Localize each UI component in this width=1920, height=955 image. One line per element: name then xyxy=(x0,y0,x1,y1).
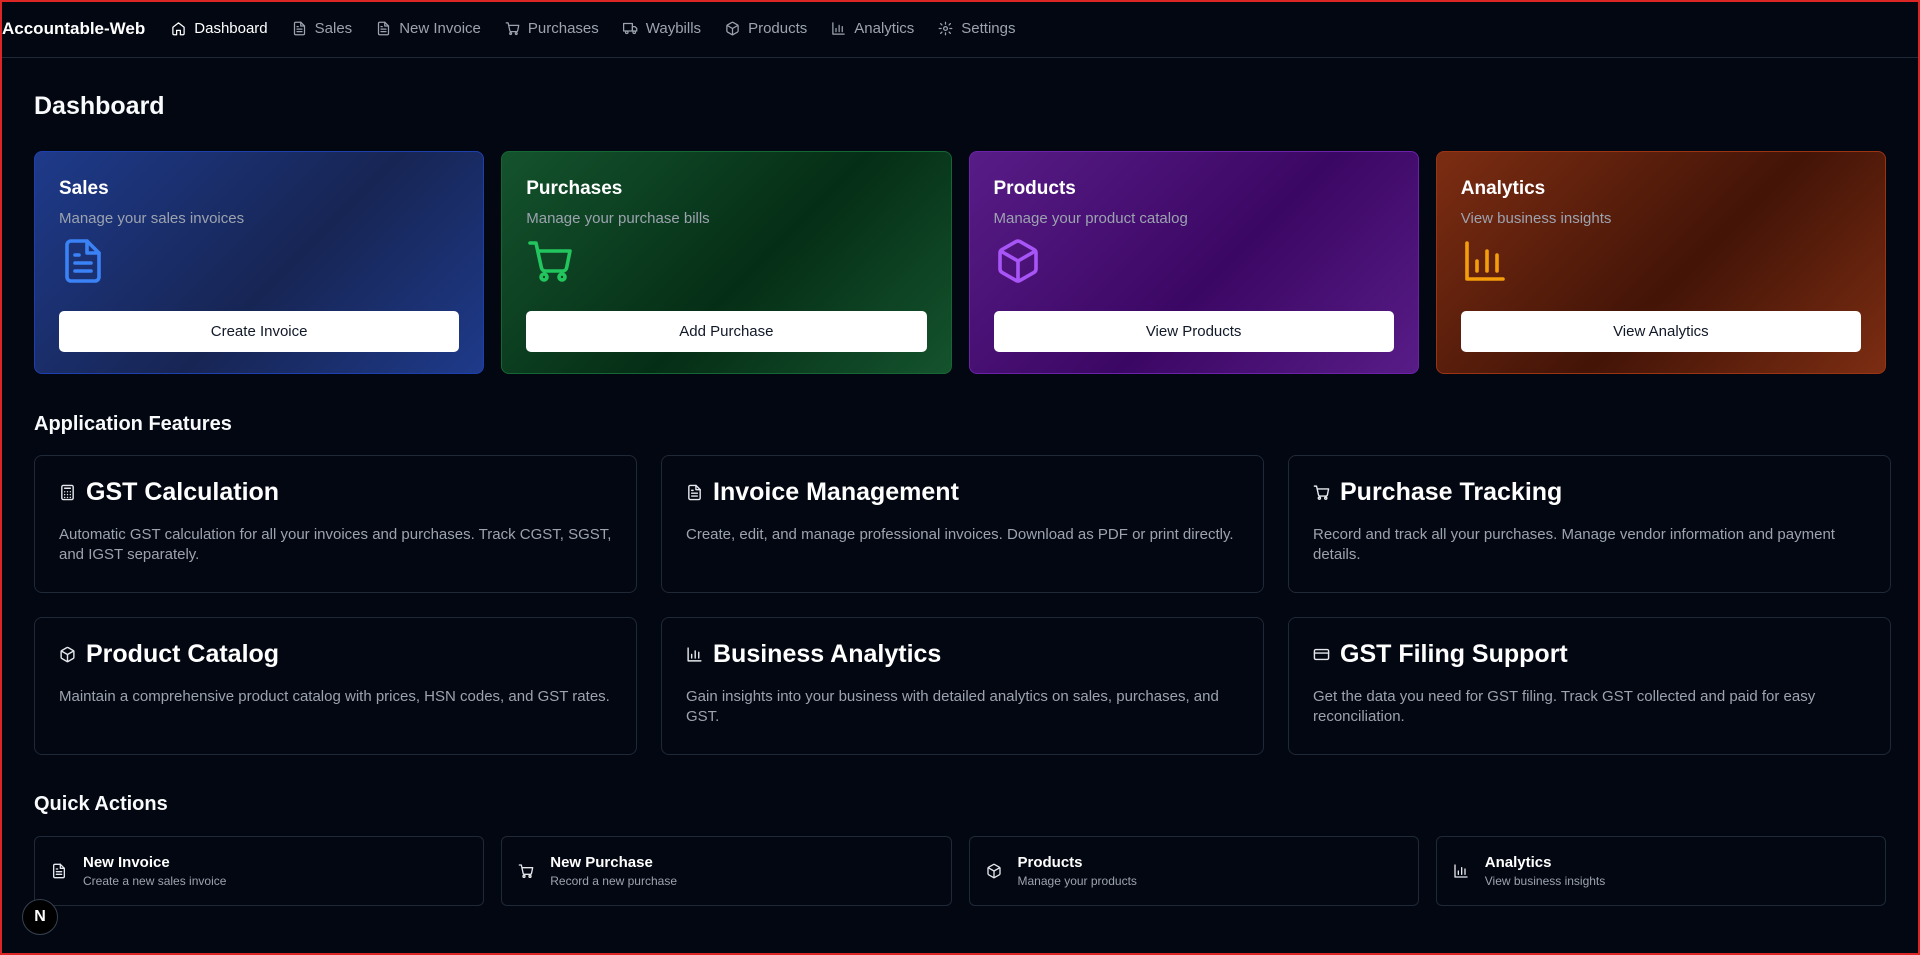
feature-title: Business Analytics xyxy=(713,640,942,668)
quick-action-title: New Invoice xyxy=(83,854,170,871)
feature-title: GST Calculation xyxy=(86,478,280,506)
truck-icon xyxy=(622,22,638,35)
bar-chart-icon xyxy=(1464,241,1505,281)
cart-icon xyxy=(528,241,573,282)
feature-title: Invoice Management xyxy=(713,478,959,506)
analytics-card: Analytics View business insights View An… xyxy=(1435,151,1886,374)
quick-actions-heading: Quick Actions xyxy=(34,793,168,815)
quick-action-subtitle: Create a new sales invoice xyxy=(83,874,227,888)
file-icon xyxy=(65,239,101,283)
feature-card: Invoice Management Create, edit, and man… xyxy=(661,455,1264,593)
file-icon xyxy=(53,863,65,879)
feature-description: Record and track all your purchases. Man… xyxy=(1313,526,1835,563)
summary-cards: Sales Manage your sales invoices Create … xyxy=(34,151,1886,374)
nav-item-settings[interactable]: Settings xyxy=(938,20,1016,37)
feature-card: GST Filing Support Get the data you need… xyxy=(1288,617,1891,755)
add-purchase-button[interactable]: Add Purchase xyxy=(526,311,927,352)
quick-action-subtitle: Record a new purchase xyxy=(550,874,677,888)
sales-card: Sales Manage your sales invoices Create … xyxy=(34,151,485,374)
feature-description: Get the data you need for GST filing. Tr… xyxy=(1313,688,1816,725)
cart-icon xyxy=(518,864,534,878)
calculator-icon xyxy=(61,484,74,501)
brand-logo[interactable]: Accountable-Web xyxy=(2,19,145,39)
bar-chart-icon xyxy=(687,647,702,662)
card-description: Manage your sales invoices xyxy=(59,210,245,227)
box-icon xyxy=(60,646,75,663)
create-invoice-button[interactable]: Create Invoice xyxy=(59,311,460,352)
file-icon xyxy=(688,484,701,501)
bar-chart-icon xyxy=(832,22,846,35)
nav-label: New Invoice xyxy=(399,20,481,37)
nav-item-products[interactable]: Products xyxy=(725,20,807,37)
quick-action-new-purchase[interactable]: New Purchase Record a new purchase xyxy=(501,836,952,906)
feature-description: Create, edit, and manage professional in… xyxy=(686,526,1234,543)
feature-title: Purchase Tracking xyxy=(1340,478,1563,506)
view-analytics-button[interactable]: View Analytics xyxy=(1460,311,1861,352)
main-content: Dashboard Sales Manage your sales invoic… xyxy=(0,91,1920,906)
nav-label: Dashboard xyxy=(194,20,268,37)
nav-item-purchases[interactable]: Purchases xyxy=(505,20,599,37)
quick-action-subtitle: View business insights xyxy=(1484,874,1606,888)
feature-card: Purchase Tracking Record and track all y… xyxy=(1288,455,1891,593)
cart-icon xyxy=(505,22,520,36)
feature-card: Business Analytics Gain insights into yo… xyxy=(661,617,1264,755)
top-navigation: Accountable-Web Dashboard Sales New Invo… xyxy=(0,0,1920,58)
view-products-button[interactable]: View Products xyxy=(993,311,1394,352)
nextjs-dev-badge[interactable]: N xyxy=(22,899,58,935)
quick-action-new-invoice[interactable]: New Invoice Create a new sales invoice xyxy=(34,836,485,906)
quick-actions: New Invoice Create a new sales invoice N… xyxy=(34,836,1886,906)
file-icon xyxy=(378,21,390,36)
credit-card-icon xyxy=(1313,648,1330,661)
products-card: Products Manage your product catalog Vie… xyxy=(968,151,1419,374)
box-icon xyxy=(986,863,1001,879)
nav-label: Products xyxy=(748,20,808,37)
purchases-card: Purchases Manage your purchase bills Add… xyxy=(501,151,952,374)
quick-action-title: New Purchase xyxy=(550,854,653,871)
nav-label: Purchases xyxy=(527,20,599,37)
page-title: Dashboard xyxy=(34,92,165,120)
feature-description: Automatic GST calculation for all your i… xyxy=(59,526,612,563)
feature-description: Maintain a comprehensive product catalog… xyxy=(59,688,610,705)
nav-item-analytics[interactable]: Analytics xyxy=(831,20,914,37)
feature-card: Product Catalog Maintain a comprehensive… xyxy=(34,617,637,755)
nav-label: Waybills xyxy=(645,20,702,37)
feature-title: Product Catalog xyxy=(86,640,280,668)
nav-label: Sales xyxy=(314,20,353,37)
nav-label: Settings xyxy=(961,20,1016,37)
nav-item-dashboard[interactable]: Dashboard xyxy=(171,20,268,37)
card-description: Manage your purchase bills xyxy=(526,210,710,227)
nav-label: Analytics xyxy=(854,20,915,37)
quick-action-subtitle: Manage your products xyxy=(1017,874,1137,888)
features-grid: GST Calculation Automatic GST calculatio… xyxy=(34,455,1891,755)
feature-card: GST Calculation Automatic GST calculatio… xyxy=(34,455,637,593)
cart-icon xyxy=(1313,485,1330,500)
bar-chart-icon xyxy=(1454,864,1468,878)
box-icon xyxy=(997,239,1038,283)
nav-item-sales[interactable]: Sales xyxy=(292,20,353,37)
card-description: View business insights xyxy=(1460,210,1612,227)
gear-icon xyxy=(938,21,953,36)
quick-action-title: Analytics xyxy=(1484,854,1552,871)
card-title: Analytics xyxy=(1460,178,1546,199)
quick-action-analytics[interactable]: Analytics View business insights xyxy=(1435,836,1886,906)
card-title: Purchases xyxy=(526,178,623,199)
nav-item-new-invoice[interactable]: New Invoice xyxy=(376,20,481,37)
features-heading: Application Features xyxy=(34,413,232,435)
card-title: Sales xyxy=(59,178,109,199)
feature-title: GST Filing Support xyxy=(1340,640,1568,668)
card-description: Manage your product catalog xyxy=(993,210,1188,227)
feature-description: Gain insights into your business with de… xyxy=(686,688,1219,725)
quick-action-title: Products xyxy=(1017,854,1083,871)
box-icon xyxy=(726,21,739,36)
card-title: Products xyxy=(993,178,1076,199)
home-icon xyxy=(172,22,186,36)
nav-item-waybills[interactable]: Waybills xyxy=(622,20,702,37)
file-icon xyxy=(293,21,305,36)
quick-action-products[interactable]: Products Manage your products xyxy=(968,836,1419,906)
